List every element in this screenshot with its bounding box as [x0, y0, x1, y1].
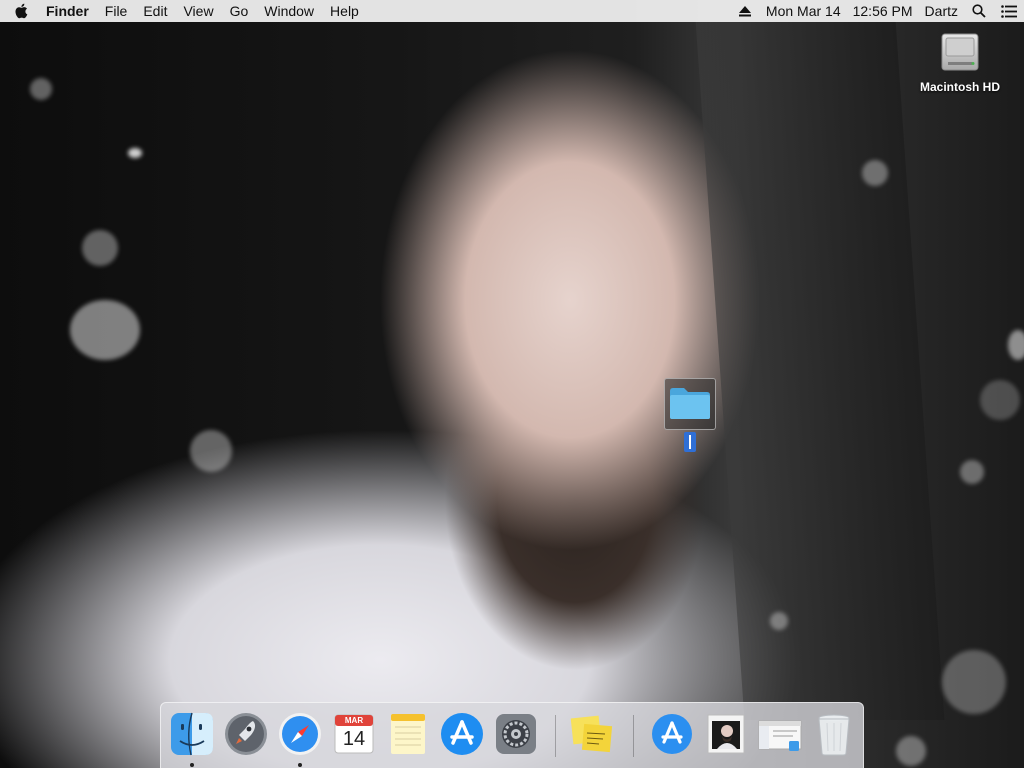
bokeh-light [942, 650, 1006, 714]
menu-edit[interactable]: Edit [135, 0, 175, 22]
menu-bar: Finder File Edit View Go Window Help Mon… [0, 0, 1024, 22]
calendar-month: MAR [344, 716, 364, 725]
safari-icon [279, 713, 321, 755]
dock-item-trash[interactable] [811, 711, 857, 757]
bokeh-light [128, 148, 142, 158]
hard-drive-icon [940, 28, 980, 74]
photo-thumbnail-icon [707, 714, 745, 754]
bokeh-light [896, 736, 926, 766]
dock-item-app-store[interactable] [439, 711, 485, 757]
dock-stack-image[interactable] [703, 711, 749, 757]
menu-bar-user[interactable]: Dartz [919, 0, 964, 22]
bokeh-light [1008, 330, 1024, 360]
desktop-item-macintosh-hd[interactable]: Macintosh HD [906, 28, 1014, 94]
dock-item-finder[interactable] [169, 711, 215, 767]
menu-window[interactable]: Window [256, 0, 322, 22]
bokeh-light [770, 612, 788, 630]
dock-stack-applications[interactable] [649, 711, 695, 757]
dock-stack-finder-window[interactable] [757, 711, 803, 757]
dragged-folder[interactable] [664, 378, 716, 430]
notification-center-icon[interactable] [994, 0, 1024, 22]
drive-label: Macintosh HD [919, 80, 1000, 94]
bokeh-light [980, 380, 1020, 420]
menu-view[interactable]: View [175, 0, 221, 22]
running-indicator [298, 763, 302, 767]
launchpad-icon [225, 713, 267, 755]
finder-icon [171, 712, 213, 756]
dock-separator [555, 715, 556, 757]
trash-icon [818, 714, 850, 756]
app-store-folder-icon [652, 714, 692, 754]
dock-item-notes[interactable] [385, 711, 431, 757]
window-preview-icon [758, 720, 802, 751]
dock-item-calendar[interactable]: MAR 14 [331, 711, 377, 757]
bokeh-light [862, 160, 888, 186]
text-caret [689, 435, 691, 449]
dock-item-stickies[interactable] [569, 711, 615, 757]
bokeh-light [70, 300, 140, 360]
search-icon[interactable] [964, 0, 994, 22]
bokeh-light [190, 430, 232, 472]
menu-app-name[interactable]: Finder [42, 0, 97, 22]
bokeh-light [30, 78, 52, 100]
folder-icon [668, 385, 712, 424]
menu-help[interactable]: Help [322, 0, 367, 22]
menu-bar-time[interactable]: 12:56 PM [847, 0, 919, 22]
menu-bar-status-area: Mon Mar 14 12:56 PM Dartz [730, 0, 1024, 22]
running-indicator [190, 763, 194, 767]
app-store-icon [441, 713, 483, 755]
calendar-day: 14 [342, 728, 366, 750]
eject-icon[interactable] [730, 0, 760, 22]
bokeh-light [960, 460, 984, 484]
notes-icon [391, 714, 425, 754]
menu-go[interactable]: Go [222, 0, 257, 22]
apple-icon[interactable] [0, 0, 42, 22]
menu-file[interactable]: File [97, 0, 136, 22]
dock: MAR 14 [160, 702, 864, 768]
folder-name-field[interactable] [684, 432, 696, 452]
stickies-icon [570, 715, 613, 753]
dock-item-launchpad[interactable] [223, 711, 269, 757]
bokeh-light [82, 230, 118, 266]
system-preferences-icon [496, 714, 536, 754]
menu-bar-date[interactable]: Mon Mar 14 [760, 0, 847, 22]
dock-item-system-preferences[interactable] [493, 711, 539, 757]
dock-item-safari[interactable] [277, 711, 323, 767]
desktop-wallpaper [0, 0, 1024, 768]
dock-separator [633, 715, 634, 757]
